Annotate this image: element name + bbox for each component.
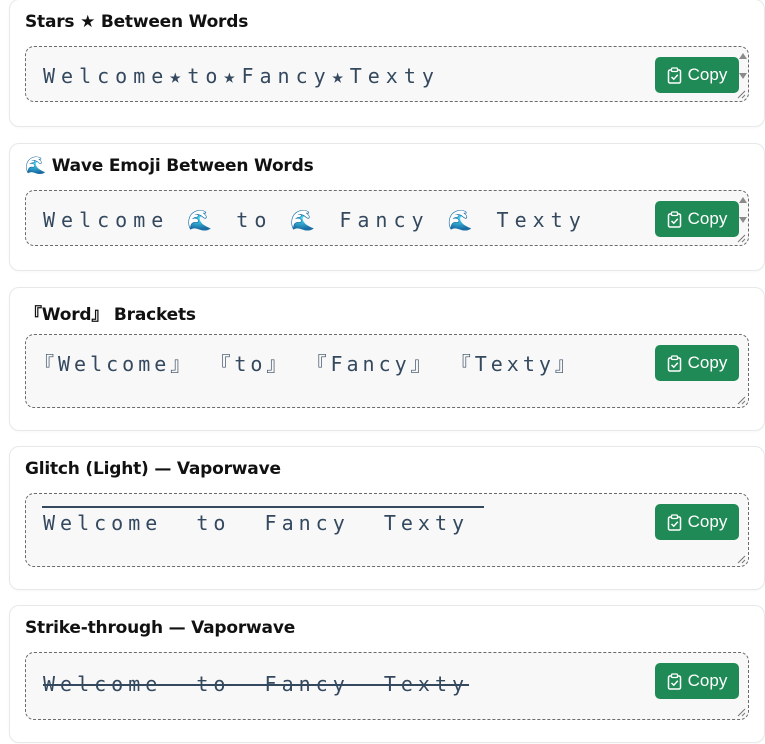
card-title: Strike-through — Vaporwave xyxy=(25,618,296,638)
wave-emoji-icon: 🌊 xyxy=(25,156,46,176)
copy-button[interactable]: Copy xyxy=(655,57,739,93)
style-card-stars: Stars ★ Between Words Welcome★to★Fancy★T… xyxy=(9,0,765,127)
copy-label: Copy xyxy=(687,353,728,372)
card-title: 『Word』 Brackets xyxy=(25,305,196,325)
style-card-wave: 🌊 Wave Emoji Between Words Welcome 🌊 to … xyxy=(9,143,765,271)
copy-button[interactable]: Copy xyxy=(655,504,739,540)
overline-decoration xyxy=(42,506,484,508)
copy-button[interactable]: Copy xyxy=(655,663,739,699)
resize-handle-icon[interactable] xyxy=(737,234,746,243)
style-card-strikethrough: Strike-through — Vaporwave Welcome to Fa… xyxy=(9,605,765,743)
card-title-text: Wave Emoji Between Words xyxy=(51,156,314,176)
card-title: Glitch (Light) — Vaporwave xyxy=(25,459,281,479)
clipboard-check-icon xyxy=(667,672,681,690)
card-title: 🌊 Wave Emoji Between Words xyxy=(25,156,314,176)
resize-handle-icon[interactable] xyxy=(737,555,746,564)
copy-button[interactable]: Copy xyxy=(655,201,739,237)
output-text: Welcome to Fancy Texty xyxy=(43,672,470,696)
style-card-brackets: 『Word』 Brackets 『Welcome』 『to』 『Fancy』 『… xyxy=(9,287,765,431)
resize-handle-icon[interactable] xyxy=(737,396,746,405)
output-textarea[interactable]: 『Welcome』 『to』 『Fancy』 『Texty』 Copy xyxy=(25,334,749,408)
copy-label: Copy xyxy=(687,65,728,84)
card-title: Stars ★ Between Words xyxy=(25,12,249,32)
clipboard-check-icon xyxy=(667,513,681,531)
clipboard-check-icon xyxy=(667,66,681,84)
copy-button[interactable]: Copy xyxy=(655,345,739,381)
output-textarea[interactable]: Welcome to Fancy Texty Copy xyxy=(25,493,749,567)
output-text: Welcome 🌊 to 🌊 Fancy 🌊 Texty xyxy=(43,208,587,232)
copy-label: Copy xyxy=(687,671,728,690)
resize-handle-icon[interactable] xyxy=(737,90,746,99)
output-textarea[interactable]: Welcome★to★Fancy★Texty Copy xyxy=(25,46,749,102)
output-text: Welcome to Fancy Texty xyxy=(43,511,470,535)
output-textarea[interactable]: Welcome to Fancy Texty Copy xyxy=(25,652,749,720)
clipboard-check-icon xyxy=(667,354,681,372)
output-textarea[interactable]: Welcome 🌊 to 🌊 Fancy 🌊 Texty Copy xyxy=(25,190,749,246)
output-text: Welcome★to★Fancy★Texty xyxy=(43,64,440,88)
style-card-glitch: Glitch (Light) — Vaporwave Welcome to Fa… xyxy=(9,446,765,590)
output-text: 『Welcome』 『to』 『Fancy』 『Texty』 xyxy=(34,352,579,376)
resize-handle-icon[interactable] xyxy=(737,708,746,717)
copy-label: Copy xyxy=(687,209,728,228)
copy-label: Copy xyxy=(687,512,728,531)
clipboard-check-icon xyxy=(667,210,681,228)
